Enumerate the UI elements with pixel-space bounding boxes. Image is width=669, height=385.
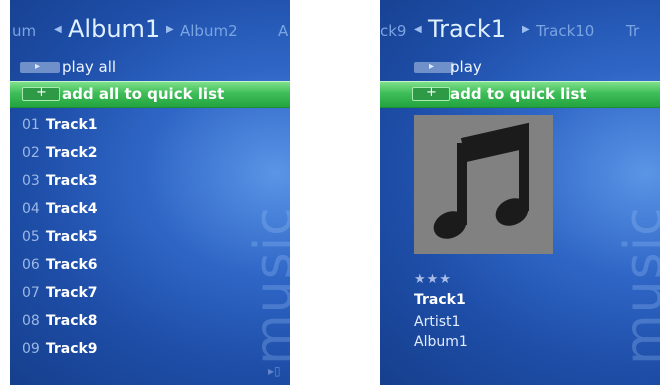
track-title: Track6 [45,257,98,273]
left-arrow-icon[interactable]: ◀ [54,24,62,35]
plus-icon: + [22,85,60,101]
play-all-button[interactable]: ▸ play all [10,55,290,80]
plus-icon: + [412,85,450,101]
play-all-label: play all [62,58,117,76]
track-title: Track1 [414,292,466,308]
track-number: 04 [22,201,40,217]
music-note-icon [433,122,529,239]
pivot-next2-item[interactable]: A [278,22,288,40]
track-panel: ck9 ◀ Track1 ▶ Track10 Tr ▸ play + add t… [380,0,660,385]
add-to-quick-list-label: add to quick list [450,85,587,103]
track-title: Track5 [45,229,98,245]
track-number: 08 [22,313,40,329]
add-all-quick-list-label: add all to quick list [62,85,225,103]
track-row[interactable]: 08 Track8 [22,313,98,335]
track-row[interactable]: 01 Track1 [22,117,98,139]
rating-stars[interactable]: ★★★ [414,272,452,287]
pivot-next2-item[interactable]: Tr [626,22,639,40]
music-watermark: music [244,206,290,365]
track-number: 09 [22,341,40,357]
album-name: Album1 [414,334,468,350]
track-title: Track3 [45,173,98,189]
left-arrow-icon[interactable]: ◀ [414,24,422,35]
track-row[interactable]: 03 Track3 [22,173,98,195]
pivot-prev-item[interactable]: ck9 [380,22,406,40]
music-watermark: music [614,206,660,365]
right-arrow-icon[interactable]: ▶ [166,24,174,35]
add-all-quick-list-button[interactable]: + add all to quick list [10,81,290,108]
track-title: Track4 [45,201,98,217]
pivot-current-item: Track1 [428,15,507,43]
play-icon: ▸ [20,61,60,73]
track-number: 05 [22,229,40,245]
pivot-next-item[interactable]: Track10 [536,22,594,40]
track-row[interactable]: 05 Track5 [22,229,98,251]
play-button[interactable]: ▸ play [380,55,660,80]
artist-name: Artist1 [414,314,461,330]
track-title: Track9 [45,341,98,357]
album-art [414,115,553,254]
track-title: Track1 [45,117,98,133]
play-icon: ▸ [414,61,454,73]
play-label: play [450,58,482,76]
scroll-right-icon: ▸▯ [268,364,281,378]
track-number: 02 [22,145,40,161]
track-number: 01 [22,117,40,133]
pivot-prev-item[interactable]: um [12,22,36,40]
add-to-quick-list-button[interactable]: + add to quick list [380,81,660,108]
right-arrow-icon[interactable]: ▶ [522,24,530,35]
track-pivot: ck9 ◀ Track1 ▶ Track10 Tr [380,12,660,48]
pivot-current-item: Album1 [68,15,161,43]
track-number: 03 [22,173,40,189]
pivot-next-item[interactable]: Album2 [180,22,238,40]
track-row[interactable]: 09 Track9 [22,341,98,363]
track-number: 07 [22,285,40,301]
track-row[interactable]: 04 Track4 [22,201,98,223]
track-title: Track8 [45,313,98,329]
album-pivot: um ◀ Album1 ▶ Album2 A [10,12,290,48]
album-panel: um ◀ Album1 ▶ Album2 A ▸ play all + add … [10,0,290,385]
track-number: 06 [22,257,40,273]
track-title: Track7 [45,285,98,301]
track-row[interactable]: 02 Track2 [22,145,98,167]
track-title: Track2 [45,145,98,161]
track-row[interactable]: 07 Track7 [22,285,98,307]
track-row[interactable]: 06 Track6 [22,257,98,279]
